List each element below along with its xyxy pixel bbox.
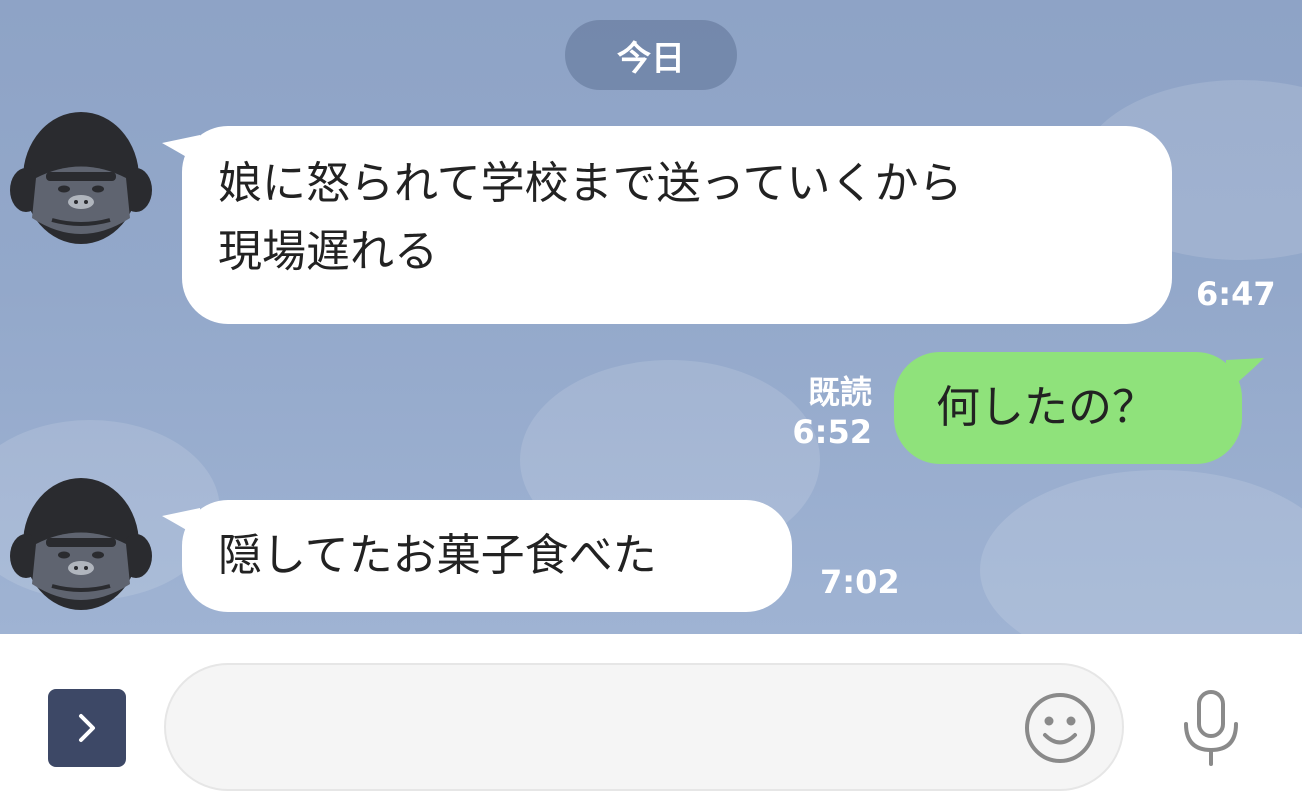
message-time: 7:02 (820, 563, 900, 601)
microphone-icon[interactable] (1178, 688, 1244, 768)
incoming-message-bubble[interactable]: 娘に怒られて学校まで送っていくから 現場遅れる (182, 126, 1172, 324)
message-input[interactable] (164, 663, 1124, 791)
incoming-message-bubble[interactable]: 隠してたお菓子食べた (182, 500, 792, 612)
outgoing-message-bubble[interactable]: 何したの？ (894, 352, 1242, 464)
message-time: 6:52 (792, 413, 872, 451)
message-text-line: 現場遅れる (218, 226, 438, 277)
chat-area[interactable]: 今日 娘に怒られて学校まで送っていくから 現場遅れる 6:47 既読 6:52 … (0, 0, 1302, 634)
gorilla-avatar[interactable] (6, 100, 156, 250)
message-text: 隠してたお菓子食べた (218, 530, 657, 581)
chevron-right-icon (79, 714, 95, 742)
message-time: 6:47 (1196, 275, 1276, 313)
message-text: 何したの？ (936, 382, 1156, 433)
expand-button[interactable] (48, 689, 126, 767)
bubble-tail (1226, 358, 1264, 392)
read-receipt: 既読 (807, 373, 872, 411)
date-separator: 今日 (565, 20, 737, 90)
background-cloud (980, 470, 1302, 634)
message-text-line: 娘に怒られて学校まで送っていくから (218, 158, 963, 209)
smiley-icon[interactable] (1022, 690, 1098, 766)
gorilla-avatar[interactable] (6, 466, 156, 616)
